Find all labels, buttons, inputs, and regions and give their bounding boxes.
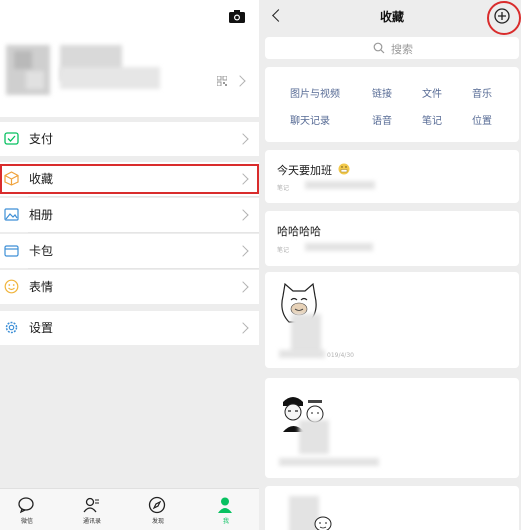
- favorite-item-note[interactable]: 今天要加班 笔记: [265, 150, 519, 203]
- search-bar[interactable]: 搜索: [265, 37, 519, 59]
- divider: [28, 196, 259, 197]
- tab-me[interactable]: 我: [194, 489, 258, 530]
- menu-item-pay[interactable]: 支付: [0, 122, 259, 156]
- search-placeholder: 搜索: [391, 43, 413, 56]
- compass-icon: [148, 496, 166, 514]
- nav-bar: 收藏: [263, 0, 521, 35]
- favorites-page: 收藏 搜索 图片与视频 链接 文件 音乐 聊天记录 语音 笔记 位置 今天要加班…: [263, 0, 521, 530]
- category-music[interactable]: 音乐: [472, 85, 492, 100]
- red-highlight-box: [0, 164, 259, 194]
- card-wallet-icon: [4, 245, 19, 257]
- tab-label: 我: [222, 518, 229, 525]
- profile-header[interactable]: [0, 0, 259, 117]
- page-title: 收藏: [379, 10, 404, 24]
- source-blurred: [305, 181, 375, 189]
- favorite-item-sticker[interactable]: 019/4/30: [265, 272, 519, 368]
- emoji-smile-icon: [4, 279, 19, 294]
- menu-item-label: 表情: [29, 280, 54, 294]
- chevron-right-icon: [237, 281, 249, 293]
- menu-item-settings[interactable]: 设置: [0, 311, 259, 345]
- chevron-right-icon: [234, 75, 246, 87]
- menu-item-label: 卡包: [29, 244, 54, 258]
- favorite-title: 今天要加班: [277, 162, 349, 178]
- category-files[interactable]: 文件: [422, 85, 442, 100]
- tab-label: 发现: [151, 518, 164, 525]
- chat-bubble-icon: [18, 497, 34, 514]
- menu-item-album[interactable]: 相册: [0, 198, 259, 232]
- meme-face-blurred: [291, 314, 321, 354]
- source-blurred: [279, 458, 379, 466]
- category-links[interactable]: 链接: [372, 85, 392, 100]
- category-grid: 图片与视频 链接 文件 音乐 聊天记录 语音 笔记 位置: [265, 67, 519, 142]
- qr-code-icon[interactable]: [217, 76, 227, 86]
- face-sticker: [314, 516, 332, 530]
- screen: 支付 收藏 相册 卡包 表情 设置 微信 通讯录 发现 我 收藏 搜索 图片与视…: [0, 0, 521, 530]
- category-chat-history[interactable]: 聊天记录: [290, 112, 330, 127]
- favorite-date: 019/4/30: [327, 352, 354, 359]
- chevron-right-icon: [237, 133, 249, 145]
- category-location[interactable]: 位置: [472, 112, 492, 127]
- category-notes[interactable]: 笔记: [422, 112, 442, 127]
- album-icon: [4, 208, 19, 221]
- menu-item-card-wallet[interactable]: 卡包: [0, 234, 259, 268]
- red-highlight-circle: [487, 1, 521, 35]
- menu-item-label: 支付: [29, 132, 54, 146]
- chevron-right-icon: [237, 245, 249, 257]
- tab-label: 微信: [20, 518, 33, 525]
- favorite-item-sticker[interactable]: [265, 378, 519, 478]
- camera-icon[interactable]: [229, 10, 245, 23]
- search-icon: [373, 42, 385, 54]
- me-page: 支付 收藏 相册 卡包 表情 设置 微信 通讯录 发现 我: [0, 0, 259, 530]
- category-voice[interactable]: 语音: [372, 112, 392, 127]
- favorite-meta: 笔记: [277, 185, 290, 192]
- tab-chats[interactable]: 微信: [0, 489, 59, 530]
- avatar[interactable]: [6, 45, 50, 95]
- tab-contacts[interactable]: 通讯录: [60, 489, 124, 530]
- source-blurred: [305, 243, 373, 251]
- chevron-right-icon: [237, 209, 249, 221]
- source-blurred: [279, 350, 325, 358]
- category-images-videos[interactable]: 图片与视频: [290, 85, 340, 100]
- grimace-emoji-icon: [338, 163, 349, 175]
- person-icon: [218, 497, 232, 513]
- divider: [28, 232, 259, 233]
- tab-label: 通讯录: [82, 518, 101, 525]
- menu-item-emoji[interactable]: 表情: [0, 270, 259, 304]
- favorite-item-note[interactable]: 哈哈哈哈 笔记: [265, 211, 519, 266]
- favorite-item-sticker[interactable]: [265, 486, 519, 530]
- menu-item-label: 设置: [29, 321, 54, 335]
- favorite-title: 哈哈哈哈: [277, 225, 321, 238]
- contacts-icon: [83, 497, 99, 513]
- tab-discover[interactable]: 发现: [126, 489, 190, 530]
- divider: [28, 268, 259, 269]
- favorite-meta: 笔记: [277, 247, 290, 254]
- bottom-tab-bar: 微信 通讯录 发现 我: [0, 488, 259, 530]
- wechat-id-blurred: [60, 67, 160, 89]
- settings-gear-icon: [5, 321, 18, 334]
- favorite-title-text: 今天要加班: [277, 164, 332, 177]
- meme-body-blurred: [299, 420, 329, 454]
- pay-icon: [4, 132, 19, 145]
- menu-item-label: 相册: [29, 208, 54, 222]
- chevron-right-icon: [237, 322, 249, 334]
